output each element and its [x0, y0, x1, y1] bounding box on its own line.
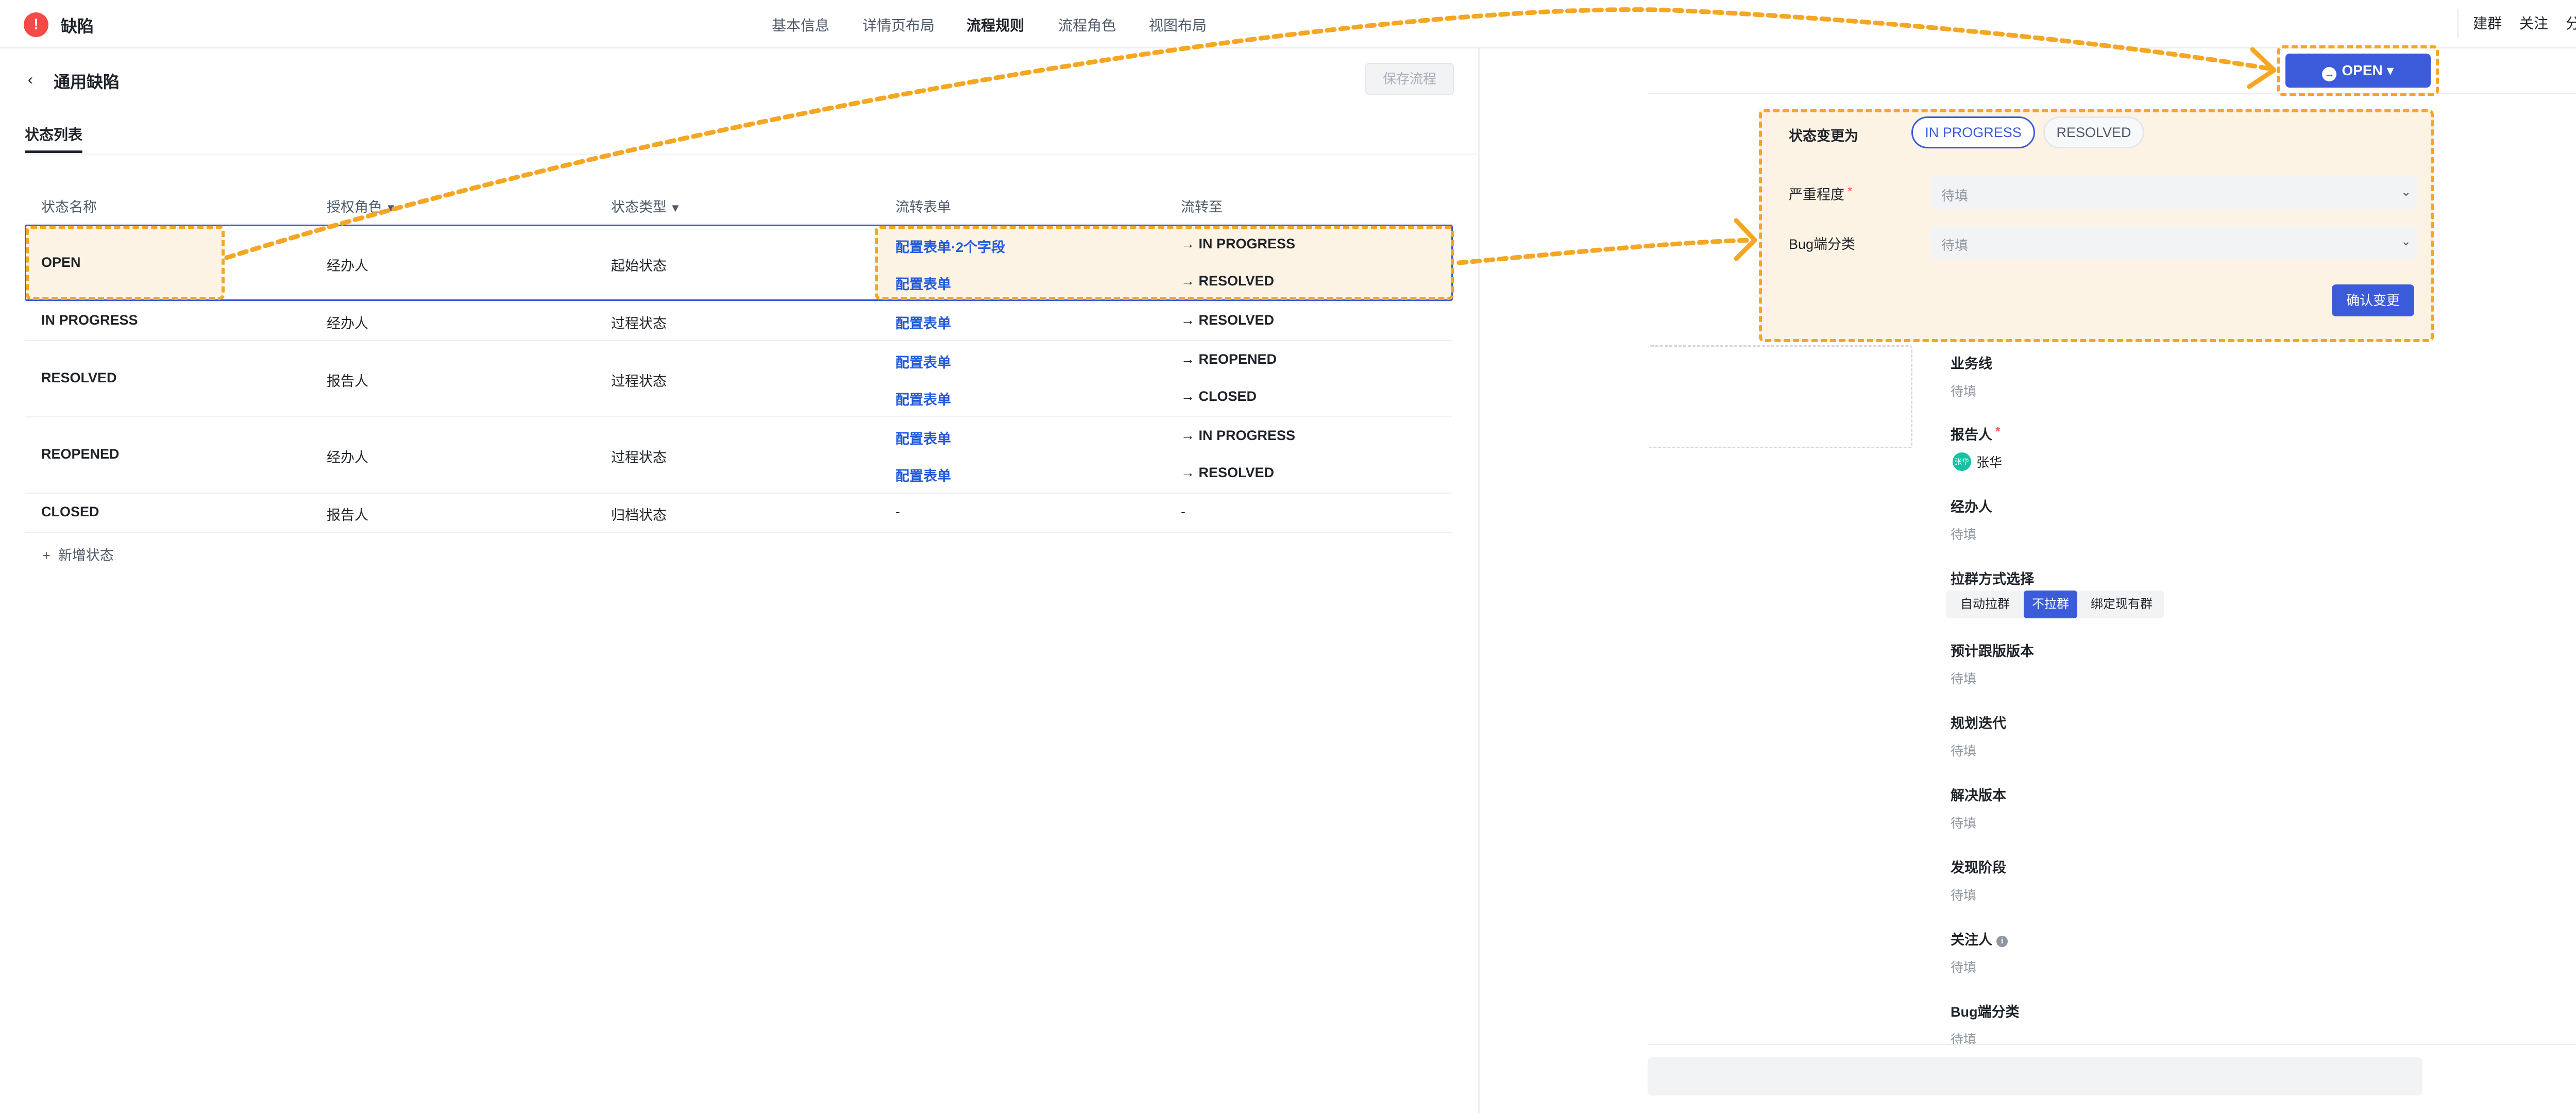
annotation-arrows [224, 7, 2277, 265]
connector-arrow-transitions-to-popover [1456, 238, 1754, 265]
connector-arrow-status-to-button [224, 7, 2275, 260]
